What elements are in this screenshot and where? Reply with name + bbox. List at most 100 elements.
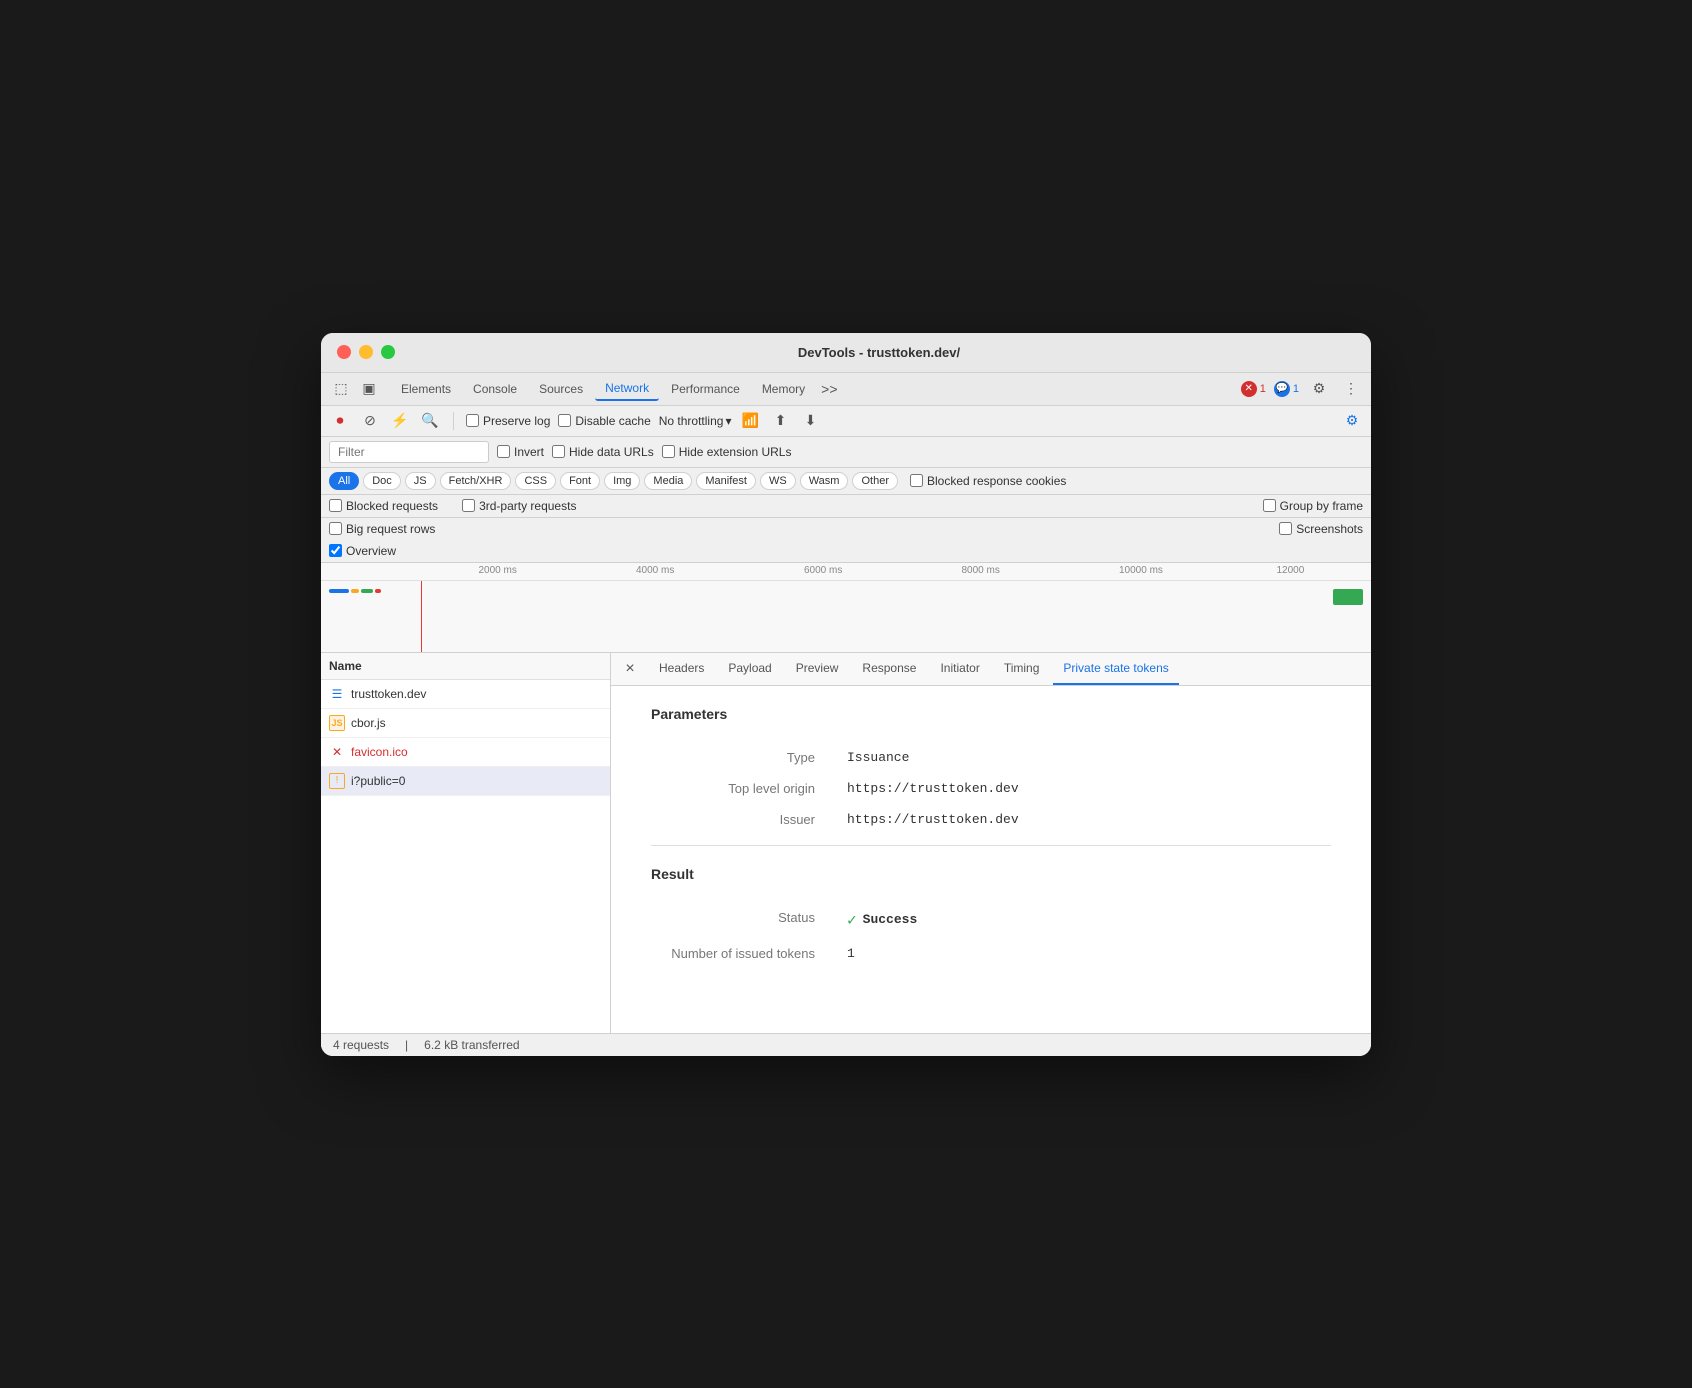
section-divider <box>651 845 1331 846</box>
parameters-table: Type Issuance Top level origin https://t… <box>651 742 1331 835</box>
group-by-frame-checkbox[interactable] <box>1263 499 1276 512</box>
tab-performance[interactable]: Performance <box>661 378 750 400</box>
mark-8000: 8000 ms <box>962 565 1000 576</box>
hide-data-urls-label[interactable]: Hide data URLs <box>552 445 654 459</box>
search-icon[interactable]: 🔍 <box>419 410 441 432</box>
wifi-icon[interactable]: 📶 <box>739 410 761 432</box>
preserve-log-label[interactable]: Preserve log <box>466 414 550 428</box>
blocked-cookies-label[interactable]: Blocked response cookies <box>910 474 1066 488</box>
file-item-ipublic[interactable]: ! i?public=0 <box>321 767 610 796</box>
screenshots-label[interactable]: Screenshots <box>1279 522 1363 536</box>
filter-wasm[interactable]: Wasm <box>800 472 849 490</box>
settings-icon[interactable]: ⚙ <box>1307 377 1331 401</box>
disable-cache-label[interactable]: Disable cache <box>558 414 650 428</box>
tab-payload[interactable]: Payload <box>718 653 781 685</box>
stop-recording-icon[interactable]: ⏺ <box>329 410 351 432</box>
chevron-down-icon: ▾ <box>725 414 731 428</box>
hide-ext-urls-checkbox[interactable] <box>662 445 675 458</box>
overview-row: Big request rows Screenshots <box>321 518 1371 540</box>
device-icon[interactable]: ▣ <box>357 377 381 401</box>
close-button[interactable] <box>337 345 351 359</box>
file-item-cbor[interactable]: JS cbor.js <box>321 709 610 738</box>
tokens-label: Number of issued tokens <box>651 938 831 969</box>
filter-other[interactable]: Other <box>852 472 898 490</box>
big-request-rows-label[interactable]: Big request rows <box>329 522 435 536</box>
hide-ext-urls-label[interactable]: Hide extension URLs <box>662 445 792 459</box>
tab-memory[interactable]: Memory <box>752 378 815 400</box>
filter-manifest[interactable]: Manifest <box>696 472 756 490</box>
error-badge: ✕ 1 <box>1241 381 1266 397</box>
issuer-label: Issuer <box>651 804 831 835</box>
filter-img[interactable]: Img <box>604 472 640 490</box>
separator-status: | <box>405 1038 408 1052</box>
filter-font[interactable]: Font <box>560 472 600 490</box>
filter-all[interactable]: All <box>329 472 359 490</box>
tokens-row: Number of issued tokens 1 <box>651 938 1331 969</box>
tab-preview[interactable]: Preview <box>786 653 849 685</box>
minimize-button[interactable] <box>359 345 373 359</box>
status-value-cell: ✓ Success <box>831 902 1331 938</box>
more-options-icon[interactable]: ⋮ <box>1339 377 1363 401</box>
status-value: Success <box>863 912 918 927</box>
timeline-bar-yellow <box>351 589 359 593</box>
cursor-icon[interactable]: ⬚ <box>329 377 353 401</box>
download-icon[interactable]: ⬇ <box>799 410 821 432</box>
big-request-rows-checkbox[interactable] <box>329 522 342 535</box>
tab-elements[interactable]: Elements <box>391 378 461 400</box>
mark-2000: 2000 ms <box>479 565 517 576</box>
tab-headers[interactable]: Headers <box>649 653 714 685</box>
invert-label[interactable]: Invert <box>497 445 544 459</box>
third-party-checkbox[interactable] <box>462 499 475 512</box>
filter-doc[interactable]: Doc <box>363 472 401 490</box>
upload-icon[interactable]: ⬆ <box>769 410 791 432</box>
file-item-trusttoken[interactable]: ☰ trusttoken.dev <box>321 680 610 709</box>
issuer-value: https://trusttoken.dev <box>831 804 1331 835</box>
error-circle-icon: ✕ <box>329 744 345 760</box>
tab-sources[interactable]: Sources <box>529 378 593 400</box>
disable-cache-checkbox[interactable] <box>558 414 571 427</box>
tab-network[interactable]: Network <box>595 377 659 401</box>
top-level-origin-row: Top level origin https://trusttoken.dev <box>651 773 1331 804</box>
filter-fetch-xhr[interactable]: Fetch/XHR <box>440 472 512 490</box>
tab-initiator[interactable]: Initiator <box>930 653 989 685</box>
overview-checkbox[interactable] <box>329 544 342 557</box>
overview-label[interactable]: Overview <box>329 544 396 558</box>
tokens-value: 1 <box>831 938 1331 969</box>
tab-console[interactable]: Console <box>463 378 527 400</box>
blocked-requests-label[interactable]: Blocked requests <box>329 499 438 513</box>
filter-input[interactable] <box>329 441 489 463</box>
throttle-select[interactable]: No throttling ▾ <box>659 414 732 428</box>
file-item-favicon[interactable]: ✕ favicon.ico <box>321 738 610 767</box>
tab-response[interactable]: Response <box>852 653 926 685</box>
filter-media[interactable]: Media <box>644 472 692 490</box>
timeline-ruler: 2000 ms 4000 ms 6000 ms 8000 ms 10000 ms… <box>321 563 1371 581</box>
filter-ws[interactable]: WS <box>760 472 796 490</box>
group-by-frame-label[interactable]: Group by frame <box>1263 499 1363 513</box>
timeline-area: 2000 ms 4000 ms 6000 ms 8000 ms 10000 ms… <box>321 563 1371 653</box>
bytes-transferred: 6.2 kB transferred <box>424 1038 519 1052</box>
close-detail-button[interactable]: × <box>619 658 641 680</box>
tab-private-state-tokens[interactable]: Private state tokens <box>1053 653 1178 685</box>
screenshots-checkbox[interactable] <box>1279 522 1292 535</box>
blocked-cookies-checkbox[interactable] <box>910 474 923 487</box>
tab-timing[interactable]: Timing <box>994 653 1050 685</box>
hide-data-urls-checkbox[interactable] <box>552 445 565 458</box>
nav-toolbar: ⬚ ▣ Elements Console Sources Network Per… <box>321 373 1371 406</box>
overview-check-row: Overview <box>321 540 1371 563</box>
more-tabs-icon[interactable]: >> <box>821 381 837 397</box>
clear-icon[interactable]: ⊘ <box>359 410 381 432</box>
mark-10000: 10000 ms <box>1119 565 1163 576</box>
filter-js[interactable]: JS <box>405 472 436 490</box>
type-label: Type <box>651 742 831 773</box>
invert-checkbox[interactable] <box>497 445 510 458</box>
settings-blue-icon[interactable]: ⚙ <box>1341 410 1363 432</box>
filter-css[interactable]: CSS <box>515 472 556 490</box>
file-list: Name ☰ trusttoken.dev JS cbor.js ✕ favic… <box>321 653 611 1033</box>
filter-icon[interactable]: ⚡ <box>389 410 411 432</box>
blocked-requests-checkbox[interactable] <box>329 499 342 512</box>
third-party-label[interactable]: 3rd-party requests <box>462 499 576 513</box>
preserve-log-checkbox[interactable] <box>466 414 479 427</box>
statusbar: 4 requests | 6.2 kB transferred <box>321 1033 1371 1056</box>
maximize-button[interactable] <box>381 345 395 359</box>
file-name-ipublic: i?public=0 <box>351 774 405 788</box>
